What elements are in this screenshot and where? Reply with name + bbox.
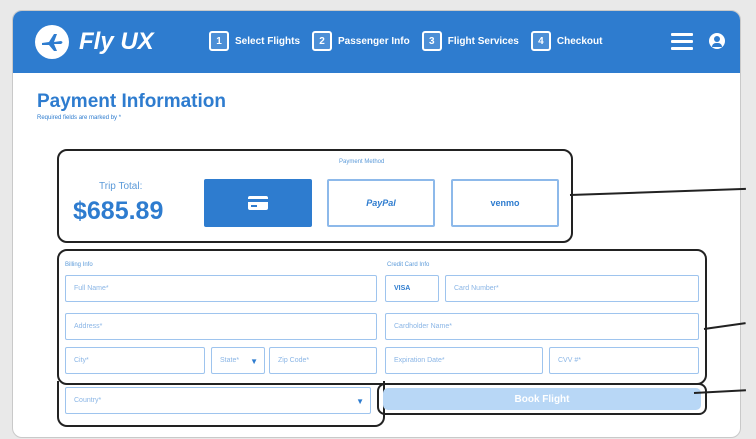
billing-info-label: Billing Info — [65, 262, 93, 268]
cardholder-name-field[interactable]: Cardholder Name* — [385, 313, 699, 340]
chevron-down-icon: ▼ — [250, 357, 258, 366]
full-name-field[interactable]: Full Name* — [65, 275, 377, 302]
step-label: Checkout — [556, 35, 603, 47]
trip-total-label: Trip Total: — [99, 181, 143, 192]
credit-card-icon — [248, 196, 268, 210]
credit-card-option-button[interactable] — [204, 179, 312, 227]
step-passenger-info[interactable]: 2 Passenger Info — [312, 31, 410, 51]
brand-name: Fly UX — [79, 28, 154, 55]
visa-card-badge: VISA — [385, 275, 439, 302]
paypal-option-button[interactable]: PayPal — [327, 179, 435, 227]
payment-method-label: Payment Method — [339, 159, 385, 165]
state-select[interactable]: State* ▼ — [211, 347, 265, 374]
venmo-label: venmo — [490, 198, 520, 208]
country-panel: Country* ▼ — [57, 381, 385, 427]
step-number: 2 — [312, 31, 333, 51]
chevron-down-icon: ▼ — [356, 397, 364, 406]
step-select-flights[interactable]: 1 Select Flights — [209, 31, 300, 51]
required-fields-note: Required fields are marked by * — [37, 115, 122, 121]
billing-and-card-panel: Billing Info Credit Card Info Full Name*… — [57, 249, 707, 385]
expiration-date-field[interactable]: Expiration Date* — [385, 347, 543, 374]
address-field[interactable]: Address* — [65, 313, 377, 340]
venmo-option-button[interactable]: venmo — [451, 179, 559, 227]
paypal-label: PayPal — [366, 198, 396, 208]
credit-card-info-label: Credit Card Info — [387, 262, 430, 268]
user-account-icon[interactable] — [709, 33, 725, 49]
step-number: 3 — [421, 31, 442, 51]
app-frame: Fly UX 1 Select Flights 2 Passenger Info 3… — [12, 10, 741, 438]
state-value: State* — [220, 357, 240, 364]
card-number-field[interactable]: Card Number* — [445, 275, 699, 302]
airplane-logo-icon[interactable] — [35, 25, 69, 59]
hamburger-menu-icon[interactable] — [671, 33, 693, 51]
top-nav: Fly UX 1 Select Flights 2 Passenger Info 3… — [13, 11, 740, 73]
step-label: Flight Services — [447, 35, 519, 47]
step-flight-services[interactable]: 3 Flight Services — [421, 31, 519, 51]
city-field[interactable]: City* — [65, 347, 205, 374]
country-select[interactable]: Country* ▼ — [65, 387, 371, 414]
trip-total-amount: $685.89 — [73, 197, 164, 225]
page-title: Payment Information — [37, 91, 226, 112]
country-value: Country* — [74, 397, 102, 404]
step-number: 4 — [530, 31, 551, 51]
step-label: Passenger Info — [338, 35, 410, 47]
cvv-field[interactable]: CVV #* — [549, 347, 699, 374]
zip-code-field[interactable]: Zip Code* — [269, 347, 377, 374]
payment-method-panel: Payment Method Trip Total: $685.89 PayPa… — [57, 149, 573, 243]
step-label: Select Flights — [235, 35, 301, 47]
book-flight-button[interactable]: Book Flight — [383, 388, 701, 410]
step-number: 1 — [209, 31, 229, 51]
checkout-steps: 1 Select Flights 2 Passenger Info 3 Flight … — [209, 31, 602, 51]
step-checkout[interactable]: 4 Checkout — [530, 31, 603, 51]
book-flight-panel: Book Flight — [377, 383, 707, 415]
